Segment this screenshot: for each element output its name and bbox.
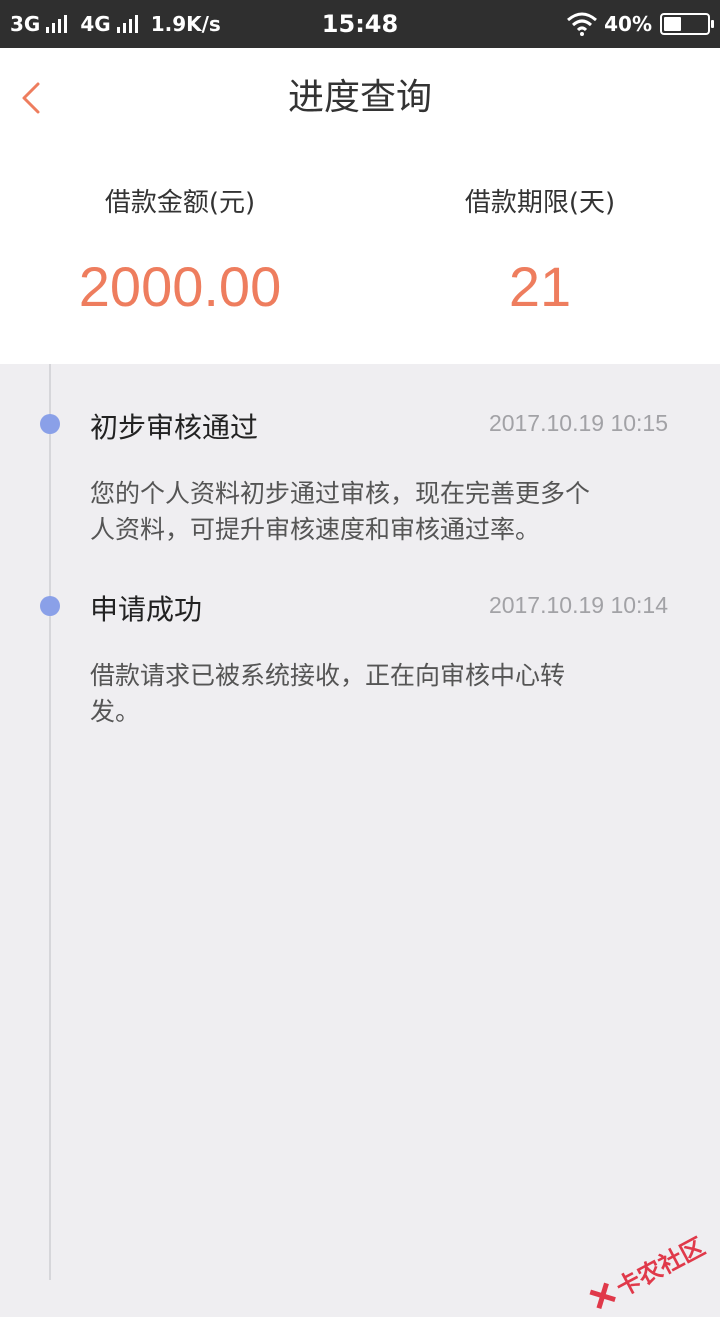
event-description: 借款请求已被系统接收，正在向审核中心转 发。 xyxy=(90,658,650,730)
event-description: 您的个人资料初步通过审核，现在完善更多个 人资料，可提升审核速度和审核通过率。 xyxy=(90,476,650,548)
event-time: 2017.10.19 10:14 xyxy=(489,592,668,619)
network-3g-label: 3G xyxy=(10,12,40,36)
signal-bars-icon xyxy=(46,15,70,33)
progress-timeline: 初步审核通过 2017.10.19 10:15 您的个人资料初步通过审核，现在完… xyxy=(0,364,720,1280)
loan-amount-value: 2000.00 xyxy=(0,254,360,319)
signal-4g: 4G xyxy=(80,12,140,36)
event-description-line: 人资料，可提升审核速度和审核通过率。 xyxy=(90,512,650,548)
signal-3g: 3G xyxy=(10,12,70,36)
page-title: 进度查询 xyxy=(0,48,720,148)
loan-amount: 借款金额(元) 2000.00 xyxy=(0,148,360,364)
wifi-icon xyxy=(566,12,598,36)
page-header: 进度查询 xyxy=(0,48,720,148)
network-status: 3G 4G 1.9K/s xyxy=(10,0,221,48)
loan-amount-label: 借款金额(元) xyxy=(0,182,360,219)
event-time: 2017.10.19 10:15 xyxy=(489,410,668,437)
device-status: 40% xyxy=(566,0,710,48)
timeline-dot-icon xyxy=(40,414,60,434)
loan-term: 借款期限(天) 21 xyxy=(360,148,720,364)
loan-summary: 借款金额(元) 2000.00 借款期限(天) 21 xyxy=(0,148,720,364)
event-description-line: 发。 xyxy=(90,694,650,730)
event-title: 申请成功 xyxy=(90,588,202,628)
battery-percent: 40% xyxy=(604,12,652,36)
chevron-left-icon xyxy=(10,70,50,126)
event-description-line: 借款请求已被系统接收，正在向审核中心转 xyxy=(90,658,650,694)
battery-level xyxy=(664,17,681,31)
timeline-dot-icon xyxy=(40,596,60,616)
timeline-line xyxy=(49,364,51,1280)
signal-bars-icon xyxy=(117,15,141,33)
network-speed: 1.9K/s xyxy=(151,12,221,36)
loan-term-value: 21 xyxy=(360,254,720,319)
status-bar: 3G 4G 1.9K/s 15:48 40% xyxy=(0,0,720,48)
event-description-line: 您的个人资料初步通过审核，现在完善更多个 xyxy=(90,476,650,512)
event-title: 初步审核通过 xyxy=(90,406,258,446)
battery-icon xyxy=(660,13,710,35)
network-4g-label: 4G xyxy=(80,12,110,36)
back-button[interactable] xyxy=(10,70,60,126)
loan-term-label: 借款期限(天) xyxy=(360,182,720,219)
